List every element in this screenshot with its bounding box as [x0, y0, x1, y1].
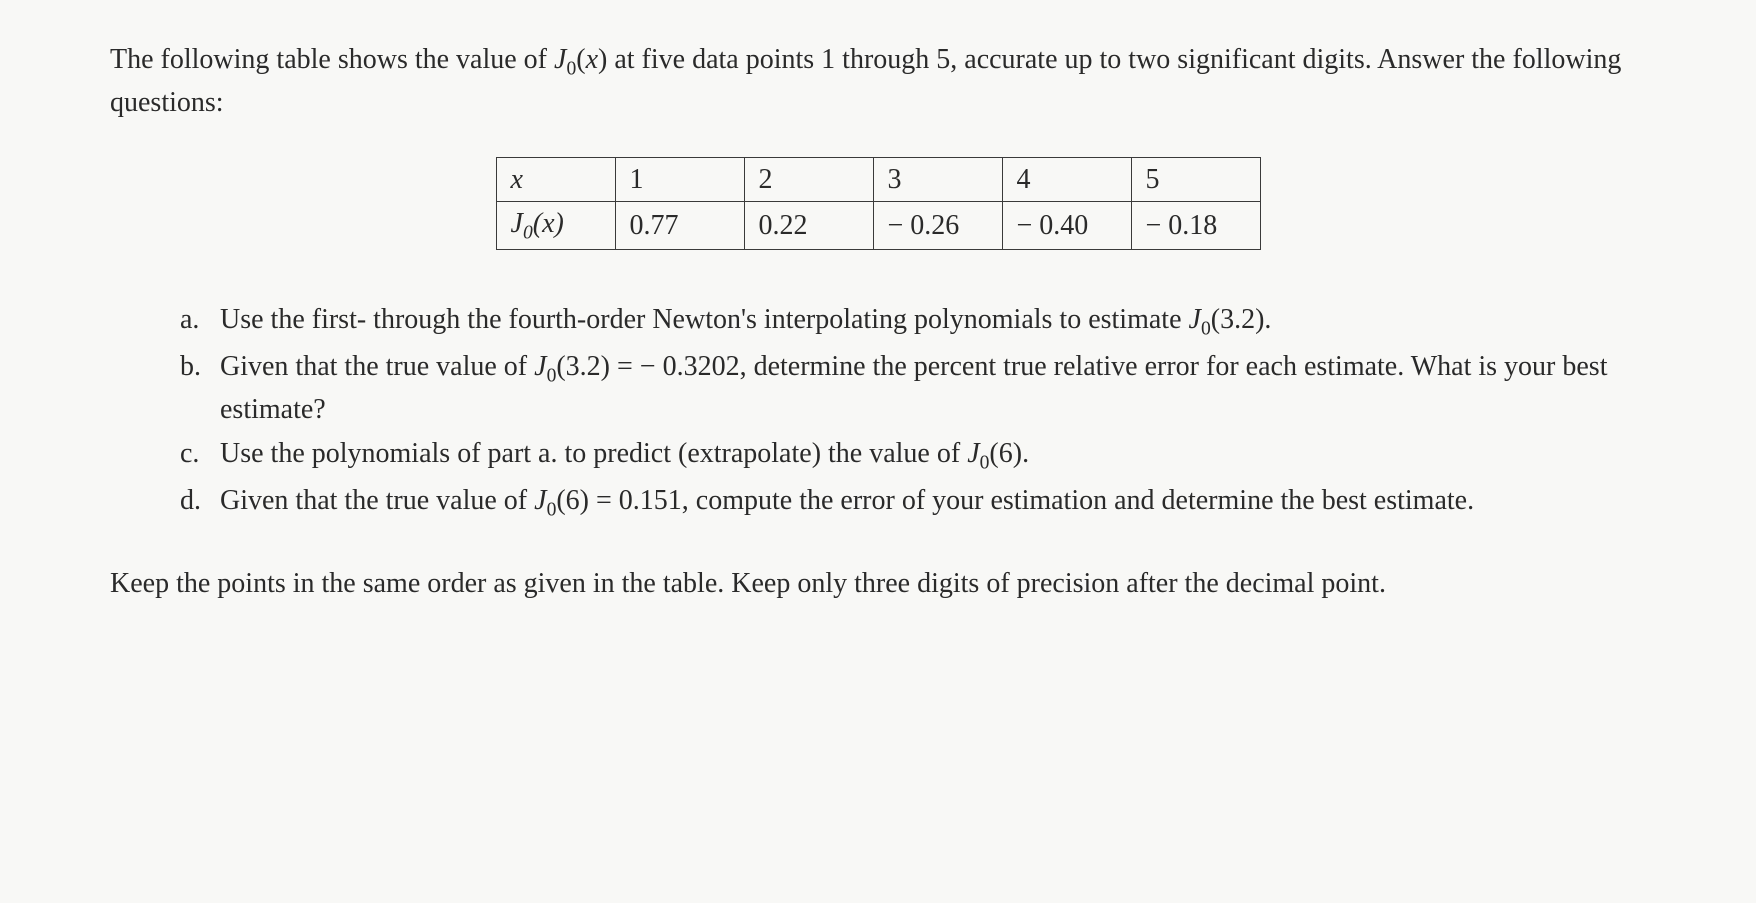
cell: 5	[1131, 158, 1260, 202]
cell: 4	[1002, 158, 1131, 202]
item-text: Use the polynomials of part a. to predic…	[220, 438, 1029, 469]
footer-note: Keep the points in the same order as giv…	[110, 564, 1646, 603]
list-item: b. Given that the true value of J0(3.2) …	[180, 347, 1646, 429]
cell: 0.77	[615, 202, 744, 250]
question-list: a. Use the first- through the fourth-ord…	[110, 300, 1646, 523]
list-item: d. Given that the true value of J0(6) = …	[180, 481, 1646, 524]
data-table: x 1 2 3 4 5 J0(x) 0.77 0.22 − 0.26 − 0.4…	[496, 157, 1261, 250]
cell: 2	[744, 158, 873, 202]
item-text: Given that the true value of J0(3.2) = −…	[220, 351, 1607, 425]
item-marker: d.	[180, 481, 201, 520]
item-text: Given that the true value of J0(6) = 0.1…	[220, 485, 1474, 516]
table-row: x 1 2 3 4 5	[496, 158, 1260, 202]
list-item: c. Use the polynomials of part a. to pre…	[180, 434, 1646, 477]
cell: 1	[615, 158, 744, 202]
row-header-x: x	[496, 158, 615, 202]
cell: 0.22	[744, 202, 873, 250]
table-row: J0(x) 0.77 0.22 − 0.26 − 0.40 − 0.18	[496, 202, 1260, 250]
item-marker: c.	[180, 434, 199, 473]
item-marker: a.	[180, 300, 199, 339]
intro-text: The following table shows the value of J…	[110, 40, 1646, 122]
list-item: a. Use the first- through the fourth-ord…	[180, 300, 1646, 343]
cell: − 0.18	[1131, 202, 1260, 250]
row-header-j0x: J0(x)	[496, 202, 615, 250]
table-container: x 1 2 3 4 5 J0(x) 0.77 0.22 − 0.26 − 0.4…	[110, 157, 1646, 250]
cell: 3	[873, 158, 1002, 202]
item-marker: b.	[180, 347, 201, 386]
item-text: Use the first- through the fourth-order …	[220, 304, 1271, 335]
cell: − 0.40	[1002, 202, 1131, 250]
cell: − 0.26	[873, 202, 1002, 250]
